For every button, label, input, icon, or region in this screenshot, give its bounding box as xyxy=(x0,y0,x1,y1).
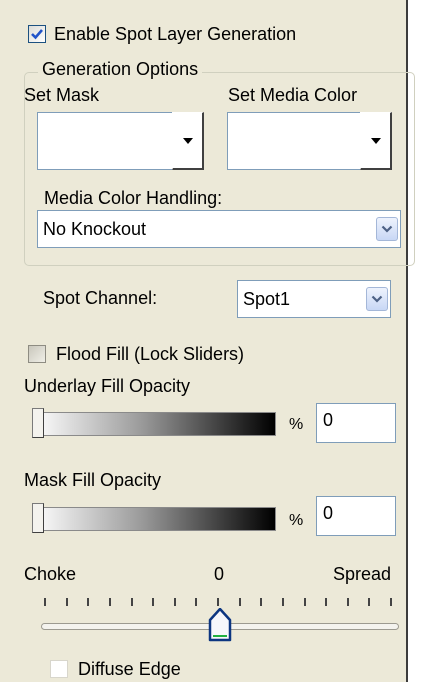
trackbar-tick xyxy=(195,598,197,606)
underlay-value-input[interactable]: 0 xyxy=(316,403,396,443)
chevron-down-icon xyxy=(371,295,383,303)
enable-spot-checkbox[interactable] xyxy=(28,25,46,43)
underlay-fill-label: Underlay Fill Opacity xyxy=(24,376,191,396)
mask-fill-value-input[interactable]: 0 xyxy=(316,496,396,536)
choke-spread-value: 0 xyxy=(214,564,225,584)
trackbar-tick xyxy=(304,598,306,606)
chevron-down-icon xyxy=(183,138,193,144)
set-mask-label: Set Mask xyxy=(24,85,100,105)
spot-layer-panel: Enable Spot Layer Generation Generation … xyxy=(0,0,415,682)
generation-options-legend: Generation Options xyxy=(38,58,203,80)
trackbar-tick xyxy=(368,598,370,606)
diffuse-edge-checkbox[interactable] xyxy=(50,660,68,678)
spot-channel-select[interactable]: Spot1 xyxy=(237,280,391,318)
trackbar-tick xyxy=(239,598,241,606)
spread-label: Spread xyxy=(333,564,392,584)
mask-fill-label: Mask Fill Opacity xyxy=(24,470,162,490)
mask-color-swatch[interactable] xyxy=(37,112,173,170)
chevron-down-icon xyxy=(381,225,393,233)
trackbar-tick xyxy=(390,598,392,606)
enable-spot-label: Enable Spot Layer Generation xyxy=(54,24,297,44)
trackbar-tick xyxy=(44,598,46,606)
dropdown-button[interactable] xyxy=(366,287,388,311)
underlay-value: 0 xyxy=(323,410,334,430)
spot-channel-label: Spot Channel: xyxy=(43,288,158,308)
underlay-percent-sign: % xyxy=(289,416,304,433)
flood-fill-label: Flood Fill (Lock Sliders) xyxy=(56,344,245,364)
mask-fill-slider-thumb[interactable] xyxy=(32,503,44,533)
trackbar-tick xyxy=(131,598,133,606)
trackbar-tick xyxy=(174,598,176,606)
chevron-down-icon xyxy=(371,138,381,144)
underlay-slider-thumb[interactable] xyxy=(32,408,44,438)
underlay-gradient-track[interactable] xyxy=(32,412,276,436)
media-color-handling-select[interactable]: No Knockout xyxy=(37,210,401,248)
mask-color-dropdown-button[interactable] xyxy=(172,112,204,170)
media-color-handling-value: No Knockout xyxy=(43,219,147,239)
spot-channel-value: Spot1 xyxy=(243,289,291,309)
checkmark-icon xyxy=(31,29,43,40)
trackbar-tick xyxy=(282,598,284,606)
trackbar-tick xyxy=(66,598,68,606)
mask-fill-percent-sign: % xyxy=(289,512,304,529)
flood-fill-checkbox[interactable] xyxy=(28,345,46,363)
diffuse-edge-label: Diffuse Edge xyxy=(78,659,181,679)
trackbar-tick xyxy=(260,598,262,606)
media-color-dropdown-button[interactable] xyxy=(360,112,392,170)
set-media-color-label: Set Media Color xyxy=(228,85,358,105)
media-color-handling-label: Media Color Handling: xyxy=(44,188,223,208)
trackbar-tick xyxy=(217,598,219,606)
trackbar-tick xyxy=(325,598,327,606)
trackbar-ticks xyxy=(44,598,392,608)
mask-fill-value: 0 xyxy=(323,503,334,523)
mask-fill-gradient-track[interactable] xyxy=(32,507,276,531)
choke-label: Choke xyxy=(24,564,77,584)
trackbar-tick xyxy=(347,598,349,606)
media-color-swatch[interactable] xyxy=(227,112,361,170)
dropdown-button[interactable] xyxy=(376,217,398,241)
trackbar-tick xyxy=(109,598,111,606)
choke-spread-slider-thumb[interactable] xyxy=(208,608,232,642)
trackbar-tick xyxy=(152,598,154,606)
trackbar-tick xyxy=(87,598,89,606)
